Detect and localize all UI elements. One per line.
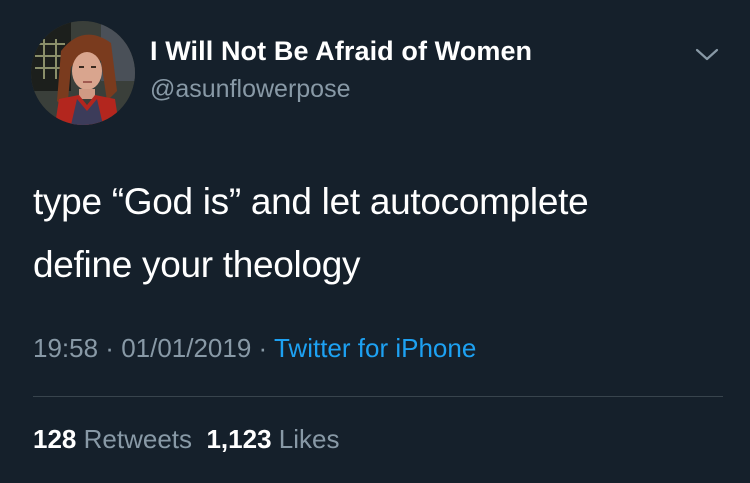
likes-count: 1,123 — [206, 424, 272, 454]
retweets-label: Retweets — [83, 424, 193, 454]
divider — [33, 396, 723, 397]
likes-label: Likes — [278, 424, 340, 454]
tweet-text-line: type “God is” and let autocomplete — [33, 181, 589, 222]
tweet-text-line: define your theology — [33, 244, 361, 285]
retweets-count: 128 — [33, 424, 77, 454]
tweet-metadata: 19:58 · 01/01/2019 · Twitter for iPhone — [33, 333, 476, 364]
meta-separator: · — [251, 333, 274, 363]
tweet-date: 01/01/2019 — [121, 333, 252, 363]
retweets-stat[interactable]: 128 Retweets — [33, 424, 192, 454]
tweet-source-link[interactable]: Twitter for iPhone — [274, 333, 476, 363]
display-name[interactable]: I Will Not Be Afraid of Women — [150, 36, 532, 67]
tweet-card: I Will Not Be Afraid of Women @asunflowe… — [0, 0, 750, 483]
user-handle[interactable]: @asunflowerpose — [150, 75, 351, 104]
chevron-down-icon[interactable] — [694, 44, 720, 64]
engagement-stats: 128 Retweets 1,123 Likes — [33, 424, 339, 455]
avatar-photo — [31, 21, 135, 125]
likes-stat[interactable]: 1,123 Likes — [206, 424, 339, 454]
tweet-text: type “God is” and let autocomplete defin… — [33, 170, 723, 296]
tweet-time: 19:58 — [33, 333, 99, 363]
avatar[interactable] — [31, 21, 135, 125]
meta-separator: · — [98, 333, 122, 363]
